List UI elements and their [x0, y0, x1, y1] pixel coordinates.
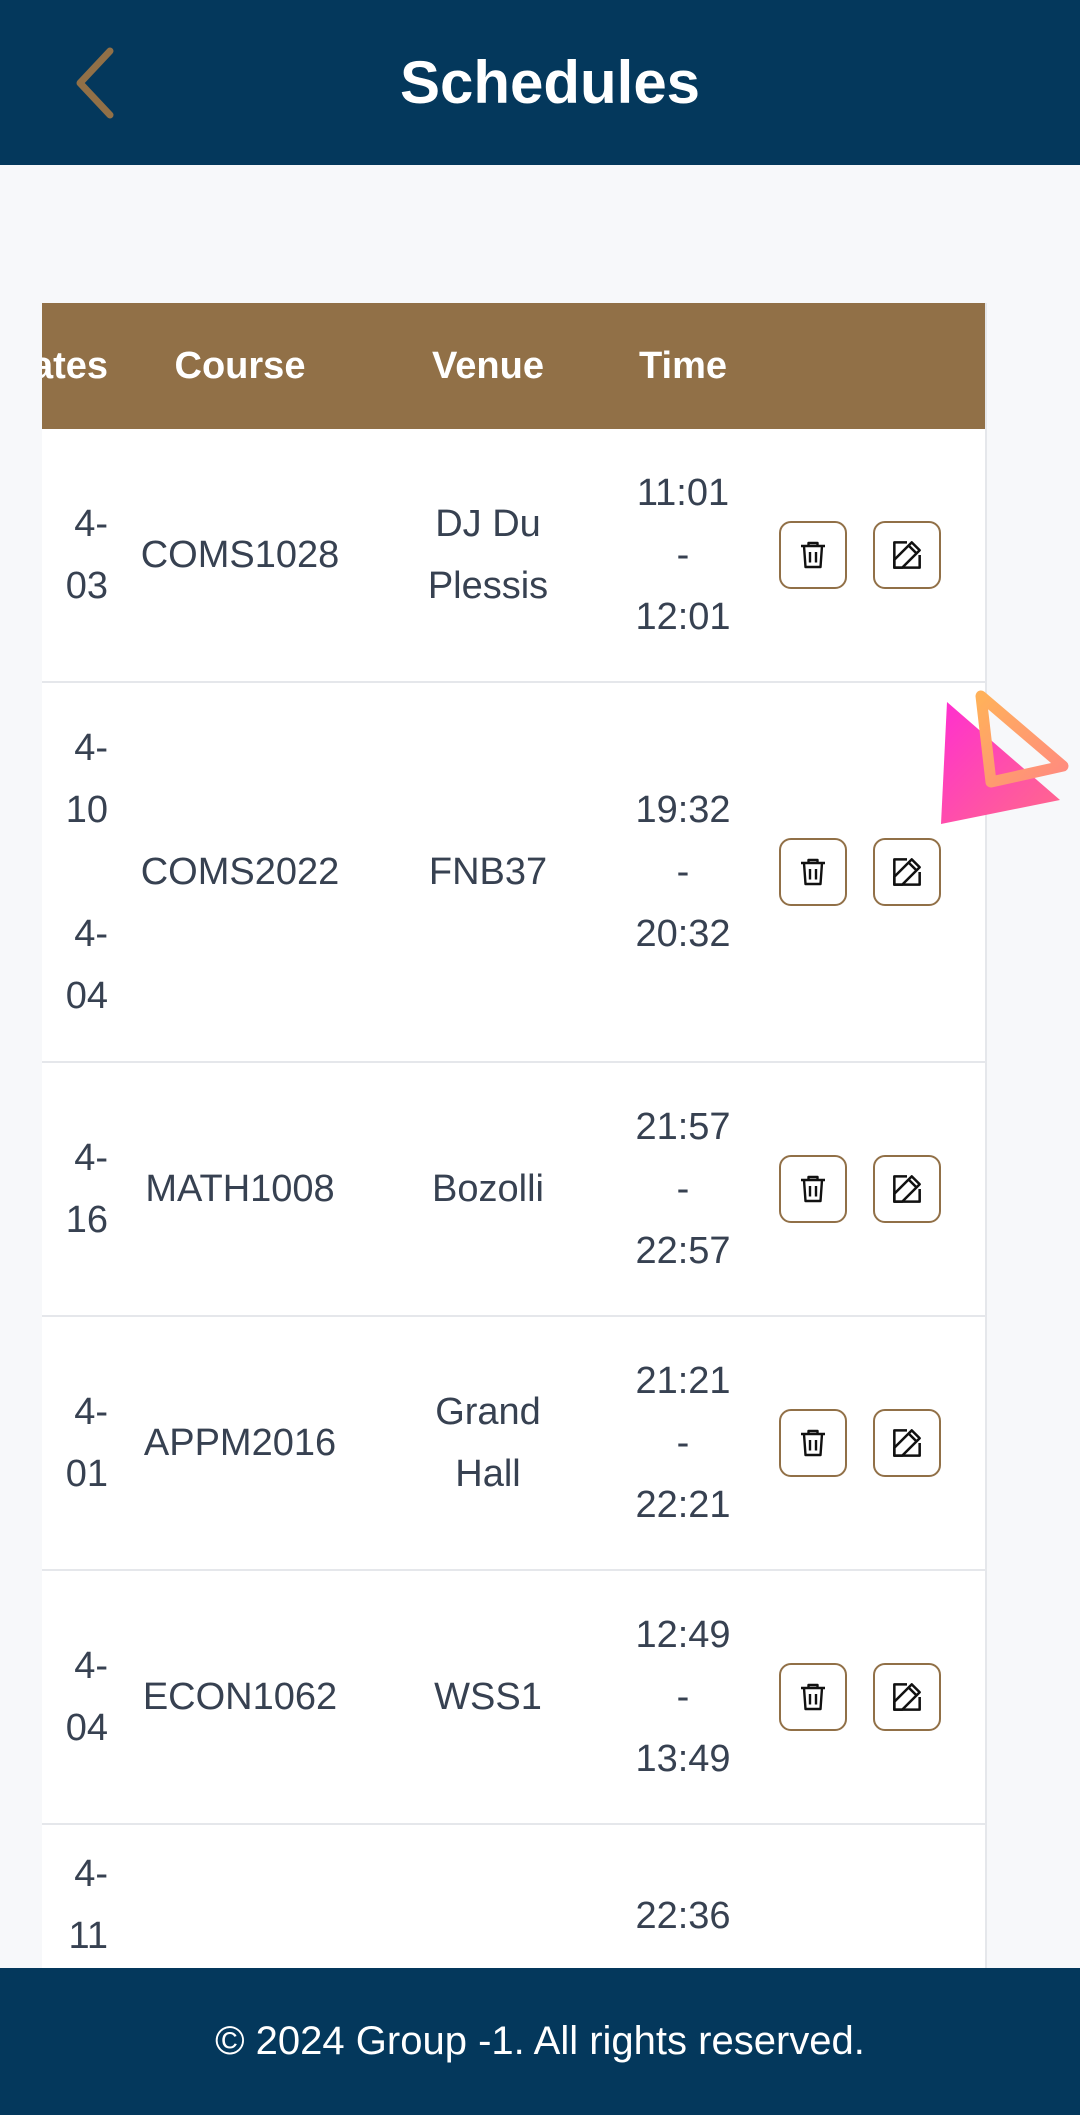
edit-icon [893, 1683, 921, 1711]
app-footer: © 2024 Group -1. All rights reserved. [0, 1968, 1080, 2115]
table-row: 4- 16 MATH1008 Bozolli 21:57 - 22:57 [42, 1063, 985, 1317]
trash-icon [801, 1429, 825, 1457]
table-row: 4- 01 APPM2016 Grand Hall 21:21 - 22:21 [42, 1317, 985, 1571]
venue-cell: Grand Hall [435, 1391, 541, 1495]
dates-cell: 4- 10 4- 04 [65, 727, 108, 1017]
edit-icon [893, 1175, 921, 1203]
trash-icon [801, 541, 825, 569]
delete-button[interactable] [779, 1155, 847, 1223]
time-cell: 22:36 [635, 1895, 731, 1937]
assistant-fab[interactable] [935, 690, 1075, 830]
venue-cell: DJ Du Plessis [427, 503, 549, 607]
dates-cell: 4- 11 [68, 1853, 108, 1957]
column-header-time: Time [638, 345, 727, 387]
back-button[interactable] [60, 40, 130, 125]
course-cell: MATH1008 [145, 1167, 335, 1210]
delete-button[interactable] [779, 1663, 847, 1731]
table-scroll-area[interactable]: Dates Course Venue Time 4- 03 COMS1028 D… [42, 303, 985, 1968]
course-cell: ECON1062 [142, 1675, 338, 1718]
table-row: 4- 10 4- 04 COMS2022 FNB37 19:32 - 20:32 [42, 683, 985, 1063]
actions-cell [754, 838, 985, 906]
trash-icon [801, 858, 825, 886]
chevron-left-icon [76, 47, 114, 118]
column-header-course: Course [174, 344, 306, 387]
actions-cell [754, 1663, 985, 1731]
edit-button[interactable] [873, 1155, 941, 1223]
table-row: 4- 11 22:36 [42, 1825, 985, 1968]
edit-icon [893, 541, 921, 569]
time-cell: 12:49 - 13:49 [635, 1614, 731, 1780]
venue-cell: Bozolli [432, 1168, 544, 1210]
dates-cell: 4- 04 [65, 1645, 108, 1749]
course-cell: COMS2022 [140, 850, 340, 893]
table-row: 4- 03 COMS1028 DJ Du Plessis 11:01 - 12:… [42, 429, 985, 683]
time-cell: 11:01 - 12:01 [635, 472, 731, 638]
edit-icon [893, 858, 921, 886]
venue-cell: WSS1 [434, 1676, 542, 1718]
course-cell: APPM2016 [143, 1421, 337, 1464]
delete-button[interactable] [779, 1409, 847, 1477]
page-title: Schedules [399, 49, 701, 116]
delete-button[interactable] [779, 838, 847, 906]
dates-cell: 4- 16 [65, 1137, 108, 1241]
actions-cell [754, 1409, 985, 1477]
dates-cell: 4- 03 [65, 503, 108, 607]
edit-button[interactable] [873, 1409, 941, 1477]
column-header-dates: Dates [42, 344, 108, 387]
trash-icon [801, 1175, 825, 1203]
venue-cell: FNB37 [428, 851, 548, 893]
delete-button[interactable] [779, 521, 847, 589]
copyright-text: © 2024 Group -1. All rights reserved. [215, 2019, 865, 2063]
trash-icon [801, 1683, 825, 1711]
table-header: Dates Course Venue Time [42, 303, 985, 429]
edit-button[interactable] [873, 521, 941, 589]
actions-cell [754, 1155, 985, 1223]
column-header-venue: Venue [432, 345, 544, 387]
course-cell: COMS1028 [140, 533, 340, 576]
app-header: Schedules [0, 0, 1080, 165]
dates-cell: 4- 01 [65, 1391, 108, 1495]
actions-cell [754, 521, 985, 589]
time-cell: 19:32 - 20:32 [635, 789, 731, 955]
edit-button[interactable] [873, 1663, 941, 1731]
edit-icon [893, 1429, 921, 1457]
edit-button[interactable] [873, 838, 941, 906]
table-row: 4- 04 ECON1062 WSS1 12:49 - 13:49 [42, 1571, 985, 1825]
time-cell: 21:21 - 22:21 [635, 1360, 731, 1526]
time-cell: 21:57 - 22:57 [635, 1106, 731, 1272]
triangle-logo-icon [941, 690, 1069, 824]
schedules-table: Dates Course Venue Time 4- 03 COMS1028 D… [42, 303, 987, 1968]
